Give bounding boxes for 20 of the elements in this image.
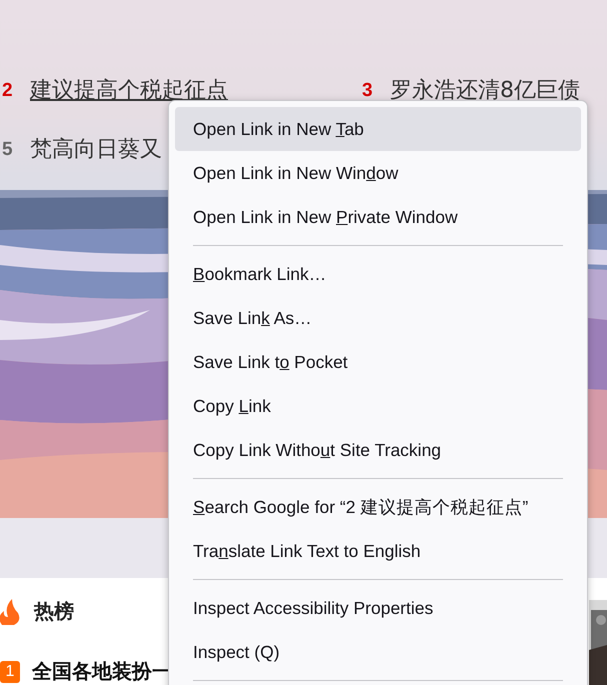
headline-link[interactable]: 建议提高个税起征点 — [30, 78, 228, 104]
headline-link[interactable]: 罗永浩还清8亿巨债 — [390, 78, 580, 104]
section-title: 热榜 — [34, 598, 74, 625]
menu-item[interactable]: Open Link in New Private Window — [175, 195, 581, 239]
flame-icon — [0, 598, 20, 624]
menu-item[interactable]: Open Link in New Tab — [175, 107, 581, 151]
menu-item[interactable]: Open Link in New Window — [175, 151, 581, 195]
menu-item[interactable]: Bookmark Link… — [175, 252, 581, 296]
rank-number: 5 — [1, 138, 14, 162]
rank-number: 2 — [1, 79, 14, 103]
menu-item[interactable]: Copy Link Without Site Tracking — [175, 428, 581, 472]
menu-item[interactable]: Inspect (Q) — [175, 630, 581, 674]
menu-item[interactable]: Inspect Accessibility Properties — [175, 586, 581, 630]
menu-item[interactable]: Save Link As… — [175, 296, 581, 340]
menu-item[interactable]: Save Link to Pocket — [175, 340, 581, 384]
rank-number: 3 — [361, 79, 374, 103]
rank-badge: 1 — [0, 660, 20, 682]
menu-item[interactable]: Search Google for “2 建议提高个税起征点” — [175, 485, 581, 529]
menu-item[interactable]: Copy Link — [175, 384, 581, 428]
headline-link[interactable]: 梵高向日葵又 — [30, 137, 162, 163]
